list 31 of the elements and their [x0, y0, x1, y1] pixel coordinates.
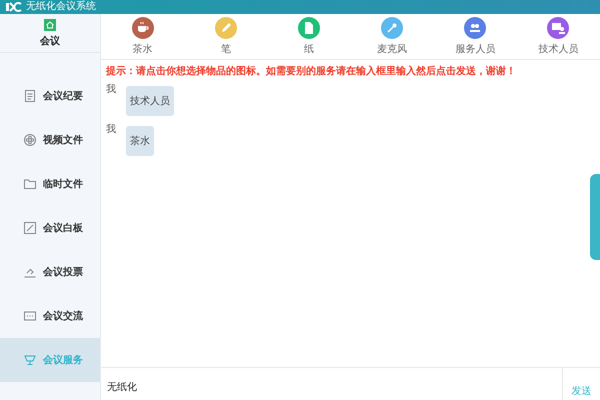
folder-icon — [24, 178, 36, 190]
home-icon — [44, 18, 56, 30]
window-title: 无纸化会议系统 — [26, 1, 96, 13]
home-item[interactable]: 会议 — [0, 14, 100, 53]
sidebar-item[interactable]: 临时文件 — [0, 162, 100, 206]
chat-icon — [24, 310, 36, 322]
service-item[interactable]: 技术人员 — [516, 14, 600, 59]
document-icon — [24, 90, 36, 102]
service-item[interactable]: 笔 — [184, 14, 268, 59]
film-reel-icon — [24, 134, 36, 146]
sidebar-item[interactable]: 视频文件 — [0, 118, 100, 162]
whiteboard-icon — [24, 222, 36, 234]
message-input[interactable]: 无纸化 — [101, 368, 562, 400]
hint-text: 提示：请点击你想选择物品的图标。如需要别的服务请在输入框里输入然后点击发送，谢谢！ — [106, 64, 517, 78]
ballot-icon — [24, 266, 36, 278]
trophy-icon — [24, 354, 36, 366]
chat-bubble: 茶水 — [126, 126, 154, 156]
sender-name: 我 — [106, 82, 116, 96]
scroll-handle[interactable] — [590, 174, 600, 260]
sidebar-item[interactable]: 会议投票 — [0, 250, 100, 294]
chat-bubble: 技术人员 — [126, 86, 174, 116]
logo-icon — [6, 2, 22, 12]
service-item[interactable]: 纸 — [267, 14, 351, 59]
service-item[interactable]: 服务人员 — [434, 14, 517, 59]
sidebar-item[interactable]: 会议纪要 — [0, 74, 100, 118]
home-label: 会议 — [40, 34, 60, 48]
sidebar-item[interactable]: 会议交流 — [0, 294, 100, 338]
service-item[interactable]: 茶水 — [101, 14, 184, 59]
sender-name: 我 — [106, 122, 116, 136]
sidebar-item[interactable]: 会议白板 — [0, 206, 100, 250]
service-item[interactable]: 麦克风 — [350, 14, 434, 59]
